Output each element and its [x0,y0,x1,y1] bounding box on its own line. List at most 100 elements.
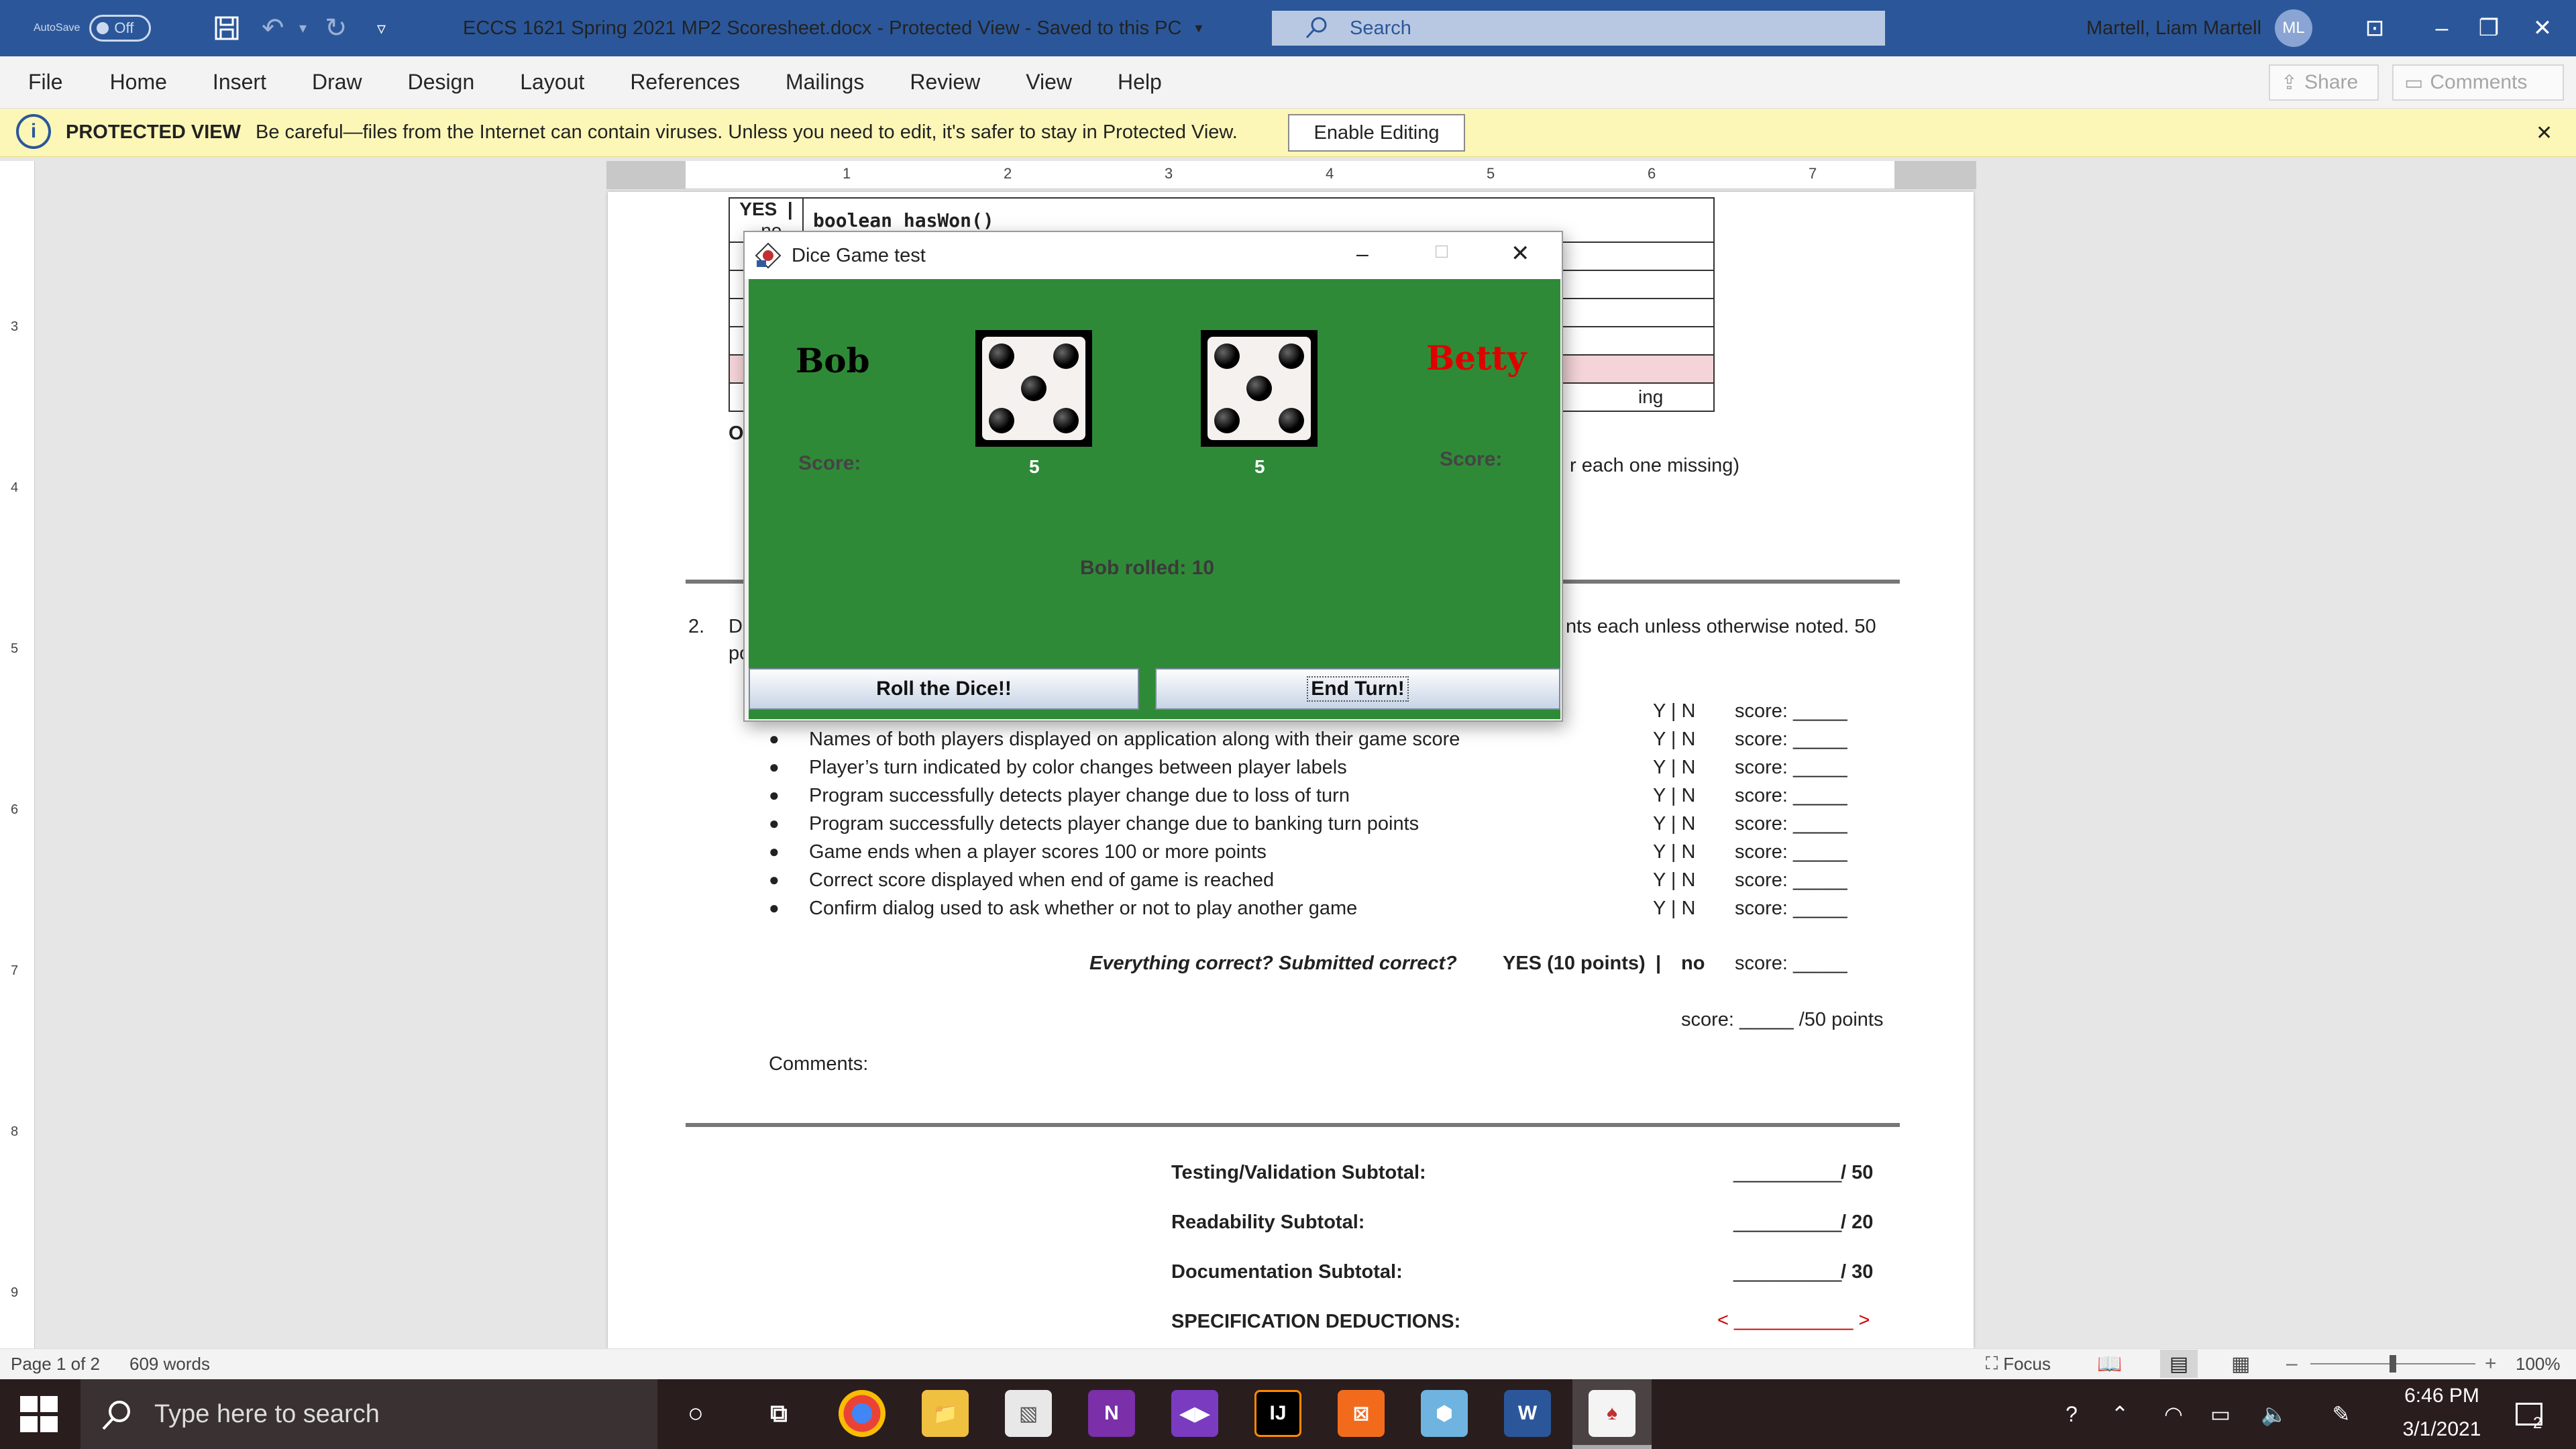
wifi-icon[interactable]: ◠ [2153,1379,2194,1449]
taskbar-search[interactable]: Type here to search [80,1379,657,1449]
onenote-icon[interactable]: N [1088,1390,1135,1437]
word-icon[interactable]: W [1504,1390,1551,1437]
zoom-slider-thumb[interactable] [2390,1355,2396,1373]
title-dropdown-icon[interactable]: ▾ [1195,19,1202,37]
tab-insert[interactable]: Insert [213,70,312,95]
chrome-icon[interactable] [839,1390,885,1437]
dialog-close-button[interactable]: ✕ [1511,240,1530,267]
bullet-icon: ● [769,785,780,805]
tab-file[interactable]: File [28,70,110,95]
comments-button[interactable]: ▭ Comments [2392,64,2564,101]
score-blank: score: _____ [1735,700,1847,722]
user-account[interactable]: Martell, Liam Martell ML [2086,0,2313,56]
java-app-taskbar-icon[interactable]: ♠ [1589,1390,1635,1437]
die-2 [1201,330,1318,447]
vertical-ruler[interactable]: 3 4 5 6 7 8 9 [0,161,35,1348]
tab-review[interactable]: Review [910,70,1026,95]
word-count[interactable]: 609 words [129,1354,210,1375]
focus-button[interactable]: ⛶ Focus [1986,1348,2051,1379]
tab-layout[interactable]: Layout [520,70,630,95]
subtotal-blank: __________ [1733,1212,1842,1233]
virtualbox-icon[interactable]: ⬢ [1421,1390,1468,1437]
battery-icon[interactable]: ▭ [2200,1379,2241,1449]
close-button[interactable]: ✕ [2516,0,2569,56]
windows-start-icon[interactable] [20,1395,58,1433]
roll-message: Bob rolled: 10 [1080,557,1215,579]
bullet-icon: ● [769,869,780,890]
pen-icon[interactable]: ✎ [2321,1379,2361,1449]
yes-no: Y | N [1653,869,1696,891]
show-hidden-icons[interactable]: ⌃ [2100,1379,2140,1449]
zoom-level[interactable]: 100% [2516,1348,2561,1379]
yes-no: Y | N [1653,785,1696,806]
tab-home[interactable]: Home [110,70,213,95]
tab-references[interactable]: References [630,70,786,95]
game-panel: Bob Betty Score: Score: 5 5 Bob rolled: … [749,279,1560,719]
read-mode-icon[interactable]: 📖 [2097,1348,2122,1379]
page-count[interactable]: Page 1 of 2 [11,1354,100,1375]
yes-no: Y | N [1653,729,1696,750]
yes-no: Y | N [1653,813,1696,835]
intellij-icon[interactable]: IJ [1254,1390,1301,1437]
tab-draw[interactable]: Draw [312,70,408,95]
cortana-icon[interactable]: ○ [672,1390,719,1437]
tab-view[interactable]: View [1026,70,1118,95]
print-layout-icon[interactable]: ▤ [2160,1350,2198,1378]
tab-design[interactable]: Design [408,70,521,95]
tab-mailings[interactable]: Mailings [786,70,910,95]
user-name: Martell, Liam Martell [2086,17,2262,39]
dialog-title-bar[interactable]: Dice Game test – □ ✕ [745,232,1562,279]
document-title[interactable]: ECCS 1621 Spring 2021 MP2 Scoresheet.doc… [463,0,1202,56]
minimize-button[interactable]: – [2415,0,2469,56]
info-icon: i [16,114,51,149]
undo-icon[interactable]: ↶ [262,12,294,44]
ruler-number: 1 [843,165,851,182]
divider [686,1123,1900,1127]
search-box[interactable]: Search [1272,11,1885,46]
bullet-icon: ● [769,757,780,777]
restore-button[interactable]: ❐ [2462,0,2516,56]
ruler-number: 4 [1326,165,1334,182]
end-turn-button[interactable]: End Turn! [1155,668,1560,710]
ruler-number: 7 [11,963,19,978]
share-button[interactable]: ⇪ Share [2269,64,2379,101]
die-1-value: 5 [1029,456,1040,477]
horizontal-ruler[interactable]: 1 2 3 4 5 6 7 [606,161,1976,189]
protected-view-title: PROTECTED VIEW [66,121,241,143]
subtotal-blank: __________ [1733,1261,1842,1283]
zoom-in-icon[interactable]: + [2485,1348,2497,1379]
bullet-icon: ● [769,729,780,749]
customize-qat-icon[interactable]: ▿ [377,12,409,44]
focus-icon: ⛶ [1986,1353,1998,1373]
roll-dice-button[interactable]: Roll the Dice!! [749,668,1139,710]
subtotal-max: / 50 [1841,1162,1874,1183]
web-layout-icon[interactable]: ▦ [2231,1348,2250,1379]
dialog-maximize-button[interactable]: □ [1436,240,1448,263]
volume-icon[interactable]: 🔈 [2254,1379,2294,1449]
file-explorer-icon[interactable]: 📁 [922,1390,969,1437]
zoom-out-icon[interactable]: – [2286,1348,2298,1379]
clock[interactable]: 6:46 PM 3/1/2021 [2375,1385,2509,1441]
help-icon[interactable]: ? [2051,1379,2092,1449]
subtotal-max: / 30 [1841,1261,1874,1283]
dialog-minimize-button[interactable]: – [1356,241,1368,266]
autosave-switch[interactable]: Off [89,15,152,42]
notifications-icon[interactable]: 2 [2502,1379,2556,1449]
task-view-icon[interactable]: ⧉ [755,1390,802,1437]
enable-editing-button[interactable]: Enable Editing [1288,114,1465,152]
subtotal-label: Documentation Subtotal: [1171,1261,1403,1283]
redo-icon[interactable]: ↻ [325,12,357,44]
dice-game-window[interactable]: Dice Game test – □ ✕ Bob Betty Score: Sc… [743,231,1563,722]
ribbon-tabs: File Home Insert Draw Design Layout Refe… [0,56,2576,109]
maps-icon[interactable]: ▧ [1005,1390,1052,1437]
close-bar-icon[interactable]: ✕ [2536,114,2553,152]
save-icon[interactable] [213,12,246,44]
tab-help[interactable]: Help [1118,70,1185,95]
autosave-toggle[interactable]: AutoSave Off [34,0,152,56]
visual-studio-icon[interactable]: ◀▶ [1171,1390,1218,1437]
avatar[interactable]: ML [2275,9,2313,47]
ribbon-display-options-icon[interactable]: ⊡ [2348,0,2402,56]
player2-score-label: Score: [1440,448,1503,470]
xampp-icon[interactable]: ⊠ [1338,1390,1385,1437]
ruler-number: 8 [11,1124,19,1139]
